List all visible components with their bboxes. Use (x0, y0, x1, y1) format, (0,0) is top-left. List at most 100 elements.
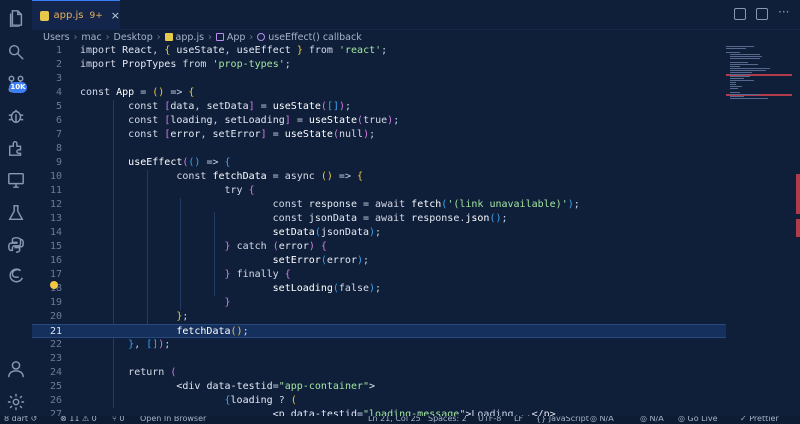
settings-gear-icon[interactable] (6, 392, 26, 412)
status-item[interactable]: Ln 21, Col 25 (368, 416, 421, 423)
code-text: }; (176, 311, 189, 322)
breadcrumb-item[interactable]: mac (81, 32, 101, 43)
split-preview-icon[interactable] (734, 8, 746, 20)
code-line[interactable]: 5 const [data, setData] = useState([]); (32, 100, 726, 114)
line-number: 8 (55, 143, 62, 154)
status-item[interactable]: {} JavaScript (536, 416, 589, 423)
breadcrumb-item[interactable]: useEffect() callback (268, 32, 362, 43)
split-editor-icon[interactable] (756, 8, 768, 20)
code-line[interactable]: 15 } catch (error) { (32, 240, 726, 254)
code-line[interactable]: 17 } finally { (32, 268, 726, 282)
code-line[interactable]: 24 return ( (32, 366, 726, 380)
line-number: 22 (49, 339, 62, 350)
status-item[interactable]: LF (514, 416, 523, 423)
code-line[interactable]: 14 setData(jsonData); (32, 226, 726, 240)
files-icon[interactable] (6, 8, 26, 28)
code-text: {loading ? ( (224, 395, 297, 406)
minimap-line (730, 74, 750, 75)
debug-icon[interactable] (6, 106, 26, 126)
minimap-line (730, 58, 760, 59)
code-line[interactable]: 4 const App = () => { (32, 86, 726, 100)
code-line[interactable]: 22 }, []); (32, 338, 726, 352)
code-line[interactable]: 27 <p data-testid="loading-message">Load… (32, 408, 726, 416)
code-line[interactable]: 12 const response = await fetch('(link u… (32, 198, 726, 212)
code-editor[interactable]: 1 import React, { useState, useEffect } f… (32, 44, 726, 416)
code-line[interactable]: 7 const [error, setError] = useState(nul… (32, 128, 726, 142)
symbol-variable-icon (215, 33, 224, 41)
line-number: 13 (49, 213, 62, 224)
breadcrumb-item[interactable]: App (227, 32, 246, 43)
status-item[interactable]: ◎ N/A (640, 416, 664, 423)
editor-scrollbar[interactable] (796, 44, 800, 416)
minimap-line (730, 88, 738, 89)
minimap-line (730, 98, 768, 99)
code-line[interactable]: 13 const jsonData = await response.json(… (32, 212, 726, 226)
code-line[interactable]: 2 import PropTypes from 'prop-types'; (32, 58, 726, 72)
minimap-line (730, 82, 736, 83)
breadcrumb-item[interactable]: Desktop (114, 32, 153, 43)
python-icon[interactable] (6, 235, 26, 255)
status-item[interactable]: 8 dart ↺ (4, 416, 37, 423)
tab-label: app.js (53, 10, 84, 21)
code-line[interactable]: 11 try { (32, 184, 726, 198)
code-line[interactable]: 16 setError(error); (32, 254, 726, 268)
code-line[interactable]: 6 const [loading, setLoading] = useState… (32, 114, 726, 128)
code-text: return ( (128, 367, 177, 378)
more-actions-icon[interactable]: ··· (778, 6, 790, 20)
status-item[interactable]: ⊗ 11 ⚠ 0 (60, 416, 97, 423)
code-line[interactable]: 3 (32, 72, 726, 86)
account-icon[interactable] (6, 359, 26, 379)
line-number: 5 (55, 101, 62, 112)
code-text: setError(error); (272, 255, 370, 266)
code-line[interactable]: 8 (32, 142, 726, 156)
status-item[interactable]: Spaces: 2 (428, 416, 467, 423)
status-bar: 8 dart ↺ ⊗ 11 ⚠ 0 ⑂ 0 Open In Browser Ln 21,… (0, 416, 800, 424)
chevron-right-icon: › (73, 31, 78, 43)
tab-app-js[interactable]: app.js 9+ × (32, 0, 120, 30)
status-item[interactable]: ✓ Prettier (740, 416, 779, 423)
code-text: setData(jsonData); (272, 227, 382, 238)
scrollbar-error-marker (796, 174, 800, 214)
remote-explorer-icon[interactable] (6, 170, 26, 190)
code-line[interactable]: 20 }; (32, 310, 726, 324)
status-item[interactable]: UTF-8 (478, 416, 501, 423)
code-line[interactable]: 19 } (32, 296, 726, 310)
lightbulb-icon[interactable] (50, 281, 58, 289)
minimap-line (730, 94, 760, 95)
search-icon[interactable] (6, 42, 26, 62)
edge-icon[interactable] (6, 266, 26, 286)
code-text: const [data, setData] = useState([]); (128, 101, 352, 112)
minimap[interactable] (726, 44, 792, 416)
status-item[interactable]: ◎ N/A (590, 416, 614, 423)
code-line[interactable]: 25 <div data-testid="app-container"> (32, 380, 726, 394)
minimap-line (730, 56, 762, 57)
code-line[interactable]: 1 import React, { useState, useEffect } f… (32, 44, 726, 58)
status-item[interactable]: Open In Browser (140, 416, 206, 423)
minimap-line (726, 46, 754, 47)
code-line[interactable]: 23 (32, 352, 726, 366)
line-number: 20 (49, 311, 62, 322)
breadcrumb-item[interactable]: Users (43, 32, 70, 43)
close-icon[interactable]: × (111, 9, 120, 22)
minimap-line (730, 62, 748, 63)
minimap-line (730, 86, 742, 87)
testing-icon[interactable] (6, 203, 26, 223)
code-text: }, []); (128, 339, 171, 350)
extensions-icon[interactable] (6, 138, 26, 158)
code-line[interactable]: 26 {loading ? ( (32, 394, 726, 408)
code-line[interactable]: 10 const fetchData = async () => { (32, 170, 726, 184)
code-text: const jsonData = await response.json(); (272, 213, 508, 224)
line-number: 25 (49, 381, 62, 392)
line-number: 1 (55, 45, 62, 56)
chevron-right-icon: › (208, 31, 212, 43)
editor-actions: ··· (734, 6, 790, 20)
minimap-line (730, 78, 744, 79)
code-line[interactable]: 18 setLoading(false); (32, 282, 726, 296)
code-line[interactable]: 21 fetchData(); (32, 324, 726, 338)
code-line[interactable]: 9 useEffect(() => { (32, 156, 726, 170)
status-item[interactable]: ⑂ 0 (112, 416, 124, 423)
javascript-file-icon (164, 33, 173, 41)
code-text: try { (224, 185, 255, 196)
status-item[interactable]: ◎ Go Live (678, 416, 718, 423)
breadcrumb-item[interactable]: app.js (176, 32, 205, 43)
